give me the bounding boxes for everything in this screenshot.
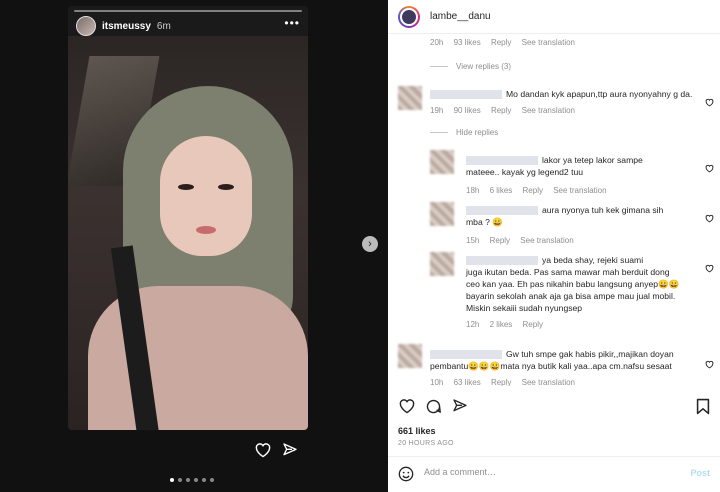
see-translation-link[interactable]: See translation	[522, 106, 575, 115]
story-username[interactable]: itsmeussy	[102, 21, 151, 32]
comment-meta: 15h Reply See translation	[466, 236, 574, 245]
see-translation-link[interactable]: See translation	[522, 38, 575, 47]
reply-button[interactable]: Reply	[523, 186, 543, 195]
heart-icon[interactable]	[705, 210, 714, 228]
heart-icon[interactable]	[705, 356, 714, 374]
likes-count[interactable]: 63 likes	[454, 378, 481, 386]
likes-count[interactable]: 93 likes	[454, 38, 481, 47]
story-time: 6m	[156, 20, 171, 32]
chevron-right-icon[interactable]: ›	[362, 236, 378, 252]
post-header: lambe__danu	[388, 0, 720, 34]
reply-text: lakor ya tetep lakor sampe mateee.. kaya…	[466, 155, 643, 177]
send-icon[interactable]	[282, 442, 298, 463]
avatar[interactable]	[398, 86, 422, 110]
post-avatar[interactable]	[398, 5, 420, 28]
story-avatar[interactable]	[76, 16, 96, 36]
reply-button[interactable]: Reply	[491, 38, 511, 47]
reply-button[interactable]: Reply	[491, 106, 511, 115]
likes-count[interactable]: 90 likes	[454, 106, 481, 115]
story-progress-bar	[74, 10, 302, 12]
comment-username[interactable]	[466, 206, 538, 216]
comment-username[interactable]	[466, 156, 538, 166]
carousel-dot[interactable]	[202, 478, 206, 482]
carousel-dot[interactable]	[170, 478, 174, 482]
bookmark-icon[interactable]	[696, 398, 710, 420]
comments-list[interactable]: 20h 93 likes Reply See translation View …	[388, 34, 720, 386]
heart-icon[interactable]	[254, 442, 272, 463]
comment-meta: 19h 90 likes Reply See translation	[430, 106, 576, 115]
avatar[interactable]	[430, 252, 454, 276]
story-image	[68, 36, 308, 430]
post-panel: lambe__danu 20h 93 likes Reply See trans…	[388, 0, 720, 492]
post-actions	[388, 392, 720, 422]
emoji-icon[interactable]	[398, 466, 414, 487]
avatar[interactable]	[430, 150, 454, 174]
comment-username[interactable]	[430, 350, 502, 360]
view-replies-button[interactable]: View replies (3)	[430, 62, 511, 71]
reply-text: aura nyonya tuh kek gimana sih mba ? 😀	[466, 205, 664, 227]
likes-count[interactable]: 6 likes	[490, 186, 513, 195]
avatar[interactable]	[430, 202, 454, 226]
heart-icon[interactable]	[398, 398, 416, 419]
comment-meta: 10h 63 likes Reply See translation	[430, 378, 576, 386]
comment-username[interactable]	[430, 90, 502, 100]
comment-text: Gw tuh smpe gak habis pikir,,majikan doy…	[430, 349, 674, 371]
comment-meta: 20h 93 likes Reply See translation	[430, 38, 576, 47]
see-translation-link[interactable]: See translation	[520, 236, 573, 245]
reply-button[interactable]: Reply	[490, 236, 510, 245]
heart-icon[interactable]	[705, 160, 714, 178]
likes-total[interactable]: 661 likes	[398, 426, 436, 436]
comment-meta: 18h 6 likes Reply See translation	[466, 186, 607, 195]
comment-text: Mo dandan kyk apapun,ttp aura nyonyahny …	[430, 88, 692, 100]
carousel-dots	[170, 478, 214, 482]
heart-icon[interactable]	[705, 94, 714, 112]
add-comment-bar: Post	[388, 456, 720, 492]
comment-username[interactable]	[466, 256, 538, 266]
see-translation-link[interactable]: See translation	[522, 378, 575, 386]
send-icon[interactable]	[452, 398, 468, 419]
heart-icon[interactable]	[705, 260, 714, 278]
carousel-dot[interactable]	[210, 478, 214, 482]
post-button[interactable]: Post	[690, 468, 710, 478]
carousel-dot[interactable]	[178, 478, 182, 482]
app-root: itsmeussy 6m ••• › lambe__danu 20h 93 li…	[0, 0, 720, 492]
hide-replies-button[interactable]: Hide replies	[430, 128, 498, 137]
reply-text: ya beda shay, rejeki suami juga ikutan b…	[466, 255, 680, 313]
reply-button[interactable]: Reply	[523, 320, 543, 329]
carousel-dot[interactable]	[194, 478, 198, 482]
story-frame[interactable]: itsmeussy 6m •••	[68, 6, 308, 430]
media-side: itsmeussy 6m ••• ›	[0, 0, 388, 492]
carousel-dot[interactable]	[186, 478, 190, 482]
avatar[interactable]	[398, 344, 422, 368]
add-comment-input[interactable]	[424, 467, 674, 477]
comment-meta: 12h 2 likes Reply	[466, 320, 543, 329]
post-username[interactable]: lambe__danu	[430, 11, 491, 22]
story-header: itsmeussy 6m	[76, 16, 171, 36]
likes-count[interactable]: 2 likes	[490, 320, 513, 329]
more-options-icon[interactable]: •••	[284, 16, 300, 30]
see-translation-link[interactable]: See translation	[553, 186, 606, 195]
post-timestamp: 20 HOURS AGO	[398, 440, 454, 447]
comment-icon[interactable]	[425, 398, 442, 420]
reply-button[interactable]: Reply	[491, 378, 511, 386]
